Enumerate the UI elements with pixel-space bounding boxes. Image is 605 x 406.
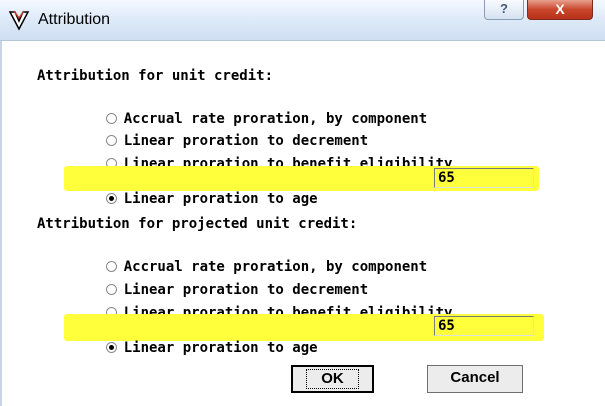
cancel-button-label: Cancel bbox=[450, 369, 500, 386]
unit-credit-age-input[interactable]: 65 bbox=[434, 168, 534, 188]
radio-button-selected[interactable] bbox=[105, 193, 117, 204]
projected-option-benefit-eligibility[interactable]: Linear proration to benefit eligibility bbox=[72, 283, 452, 321]
help-button[interactable]: ? bbox=[484, 0, 524, 20]
unit-credit-group-label: Attribution for unit credit: bbox=[37, 68, 274, 84]
window-title: Attribution bbox=[38, 11, 111, 28]
option-label: Linear proration to age bbox=[123, 340, 318, 356]
projected-age-input[interactable]: 65 bbox=[434, 316, 534, 336]
projected-option-decrement[interactable]: Linear proration to decrement bbox=[72, 260, 368, 298]
attribution-app-icon bbox=[8, 10, 30, 31]
projected-unit-credit-group-label: Attribution for projected unit credit: bbox=[37, 216, 358, 232]
unit-credit-option-decrement[interactable]: Linear proration to decrement bbox=[72, 111, 368, 149]
cancel-button[interactable]: Cancel bbox=[427, 365, 523, 393]
unit-credit-option-benefit-eligibility[interactable]: Linear proration to benefit eligibility bbox=[72, 134, 452, 172]
close-button[interactable]: X bbox=[527, 0, 593, 20]
ok-button[interactable]: OK bbox=[291, 365, 374, 393]
unit-credit-option-age[interactable]: Linear proration to age bbox=[72, 169, 318, 207]
close-icon: X bbox=[555, 1, 565, 17]
title-bar[interactable]: Attribution ? X bbox=[0, 0, 605, 41]
projected-option-age[interactable]: Linear proration to age bbox=[72, 318, 318, 356]
projected-option-accrual[interactable]: Accrual rate proration, by component bbox=[72, 237, 427, 275]
dialog-client-area: Attribution for unit credit: Accrual rat… bbox=[0, 41, 605, 406]
option-label: Linear proration to age bbox=[123, 191, 318, 207]
radio-button-selected[interactable] bbox=[105, 342, 117, 353]
unit-credit-option-accrual[interactable]: Accrual rate proration, by component bbox=[72, 89, 427, 127]
help-icon: ? bbox=[500, 1, 508, 16]
ok-button-label: OK bbox=[306, 369, 359, 389]
